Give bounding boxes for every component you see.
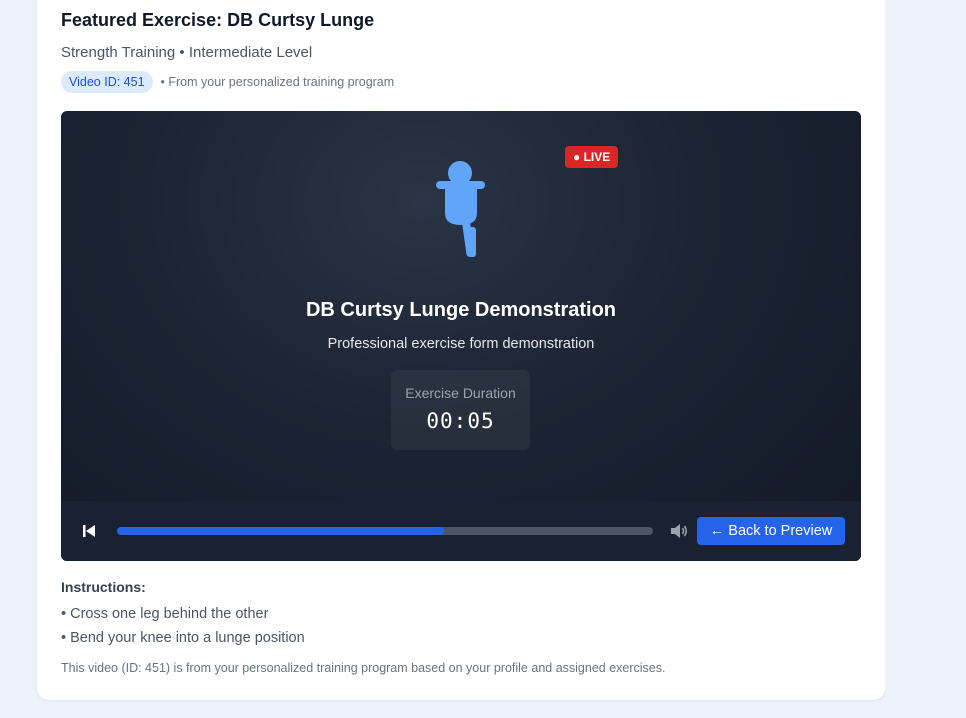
page-background [885,0,966,718]
video-player[interactable]: ● LIVE DB Curtsy Lunge Demonstration Pro… [61,111,861,561]
duration-label: Exercise Duration [405,385,516,401]
instruction-item: • Cross one leg behind the other [61,606,269,622]
video-title: DB Curtsy Lunge Demonstration [305,299,617,321]
skip-back-icon[interactable] [81,523,97,539]
instructions-list: • Cross one leg behind the other • Bend … [61,606,305,654]
exercise-figure-icon [436,161,485,257]
progress-fill [117,527,444,535]
duration-panel: Exercise Duration 00:05 [391,370,530,450]
progress-bar[interactable] [117,527,653,535]
video-subtitle: Professional exercise form demonstration [327,336,595,352]
player-controls: ← Back to Preview [61,501,861,561]
video-id-badge: Video ID: 451 [61,71,153,93]
program-footnote: This video (ID: 451) is from your person… [61,661,666,675]
duration-time: 00:05 [426,409,495,433]
exercise-subtitle: Strength Training • Intermediate Level [61,44,313,61]
instruction-item: • Bend your knee into a lunge position [61,630,305,646]
volume-icon[interactable] [669,522,689,540]
back-to-preview-button[interactable]: ← Back to Preview [697,517,845,545]
instructions-heading: Instructions: [61,579,146,595]
exercise-meta: Video ID: 451 • From your personalized t… [61,71,394,93]
exercise-title: Featured Exercise: DB Curtsy Lunge [61,10,375,30]
source-note: • From your personalized training progra… [160,75,395,89]
live-badge: ● LIVE [565,146,619,168]
